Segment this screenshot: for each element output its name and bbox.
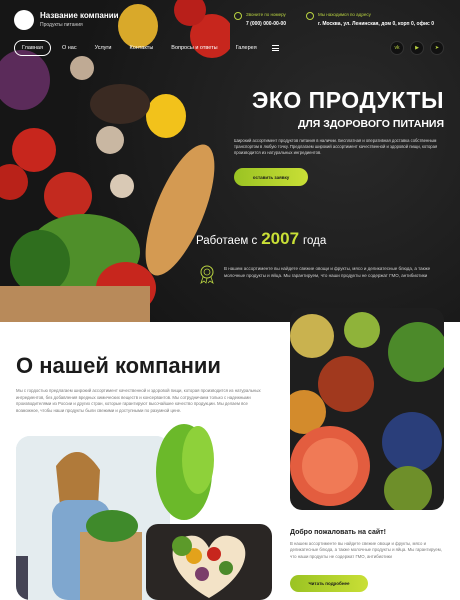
welcome-text: В нашем ассортименте вы найдете свежие о…: [290, 541, 442, 559]
nav-item-about[interactable]: О нас: [55, 41, 84, 55]
since-year: 2007: [261, 229, 300, 248]
welcome-title: Добро пожаловать на сайт!: [290, 529, 386, 536]
order-button[interactable]: оставить заявку: [234, 168, 308, 186]
heart-bowl-photo: [146, 524, 272, 600]
location-icon: [306, 12, 314, 20]
company-subtitle: Продукты питания: [40, 22, 83, 28]
phone-number[interactable]: 7 (000) 000-00-00: [246, 21, 286, 27]
hero-section: Название компании Продукты питания Звони…: [0, 0, 460, 322]
food-bowls-photo: [290, 308, 444, 510]
award-icon: [200, 265, 214, 284]
nav-item-faq[interactable]: Вопросы и ответы: [164, 41, 224, 55]
hero-subtitle: ДЛЯ ЗДОРОВОГО ПИТАНИЯ: [297, 118, 444, 130]
nav-item-services[interactable]: Услуги: [88, 41, 119, 55]
hero-description: Широкий ассортимент продуктов питания в …: [234, 138, 438, 155]
hero-note: В нашем ассортименте вы найдете свежие о…: [224, 266, 431, 278]
company-logo[interactable]: [14, 10, 34, 30]
phone-icon: [234, 12, 242, 20]
nav-item-home[interactable]: Главная: [14, 40, 51, 56]
main-nav: Главная О нас Услуги Контакты Вопросы и …: [14, 40, 279, 56]
greens-decoration: [156, 424, 214, 520]
youtube-icon[interactable]: ▶: [410, 41, 424, 55]
hero-title: ЭКО ПРОДУКТЫ: [252, 87, 444, 113]
address-label: Мы находимся по адресу: [318, 12, 371, 17]
menu-icon[interactable]: [271, 45, 279, 51]
since-line: Работаем с 2007 года: [196, 229, 326, 249]
company-name[interactable]: Название компании: [40, 11, 119, 20]
since-prefix: Работаем с: [196, 235, 258, 247]
about-title: О нашей компании: [16, 353, 221, 378]
about-text: Мы с гордостью предлагаем широкий ассорт…: [16, 388, 261, 413]
nav-item-contacts[interactable]: Контакты: [123, 41, 161, 55]
read-more-button[interactable]: Читать подробнее: [290, 575, 368, 592]
phone-label: Звоните по номеру: [246, 12, 286, 17]
nav-item-gallery[interactable]: Галерея: [229, 41, 264, 55]
since-suffix: года: [303, 235, 327, 247]
telegram-icon[interactable]: ➤: [430, 41, 444, 55]
vk-icon[interactable]: vk: [390, 41, 404, 55]
address-text: г. Москва, ул. Ленинская, дом 0, корп 0,…: [318, 21, 434, 27]
